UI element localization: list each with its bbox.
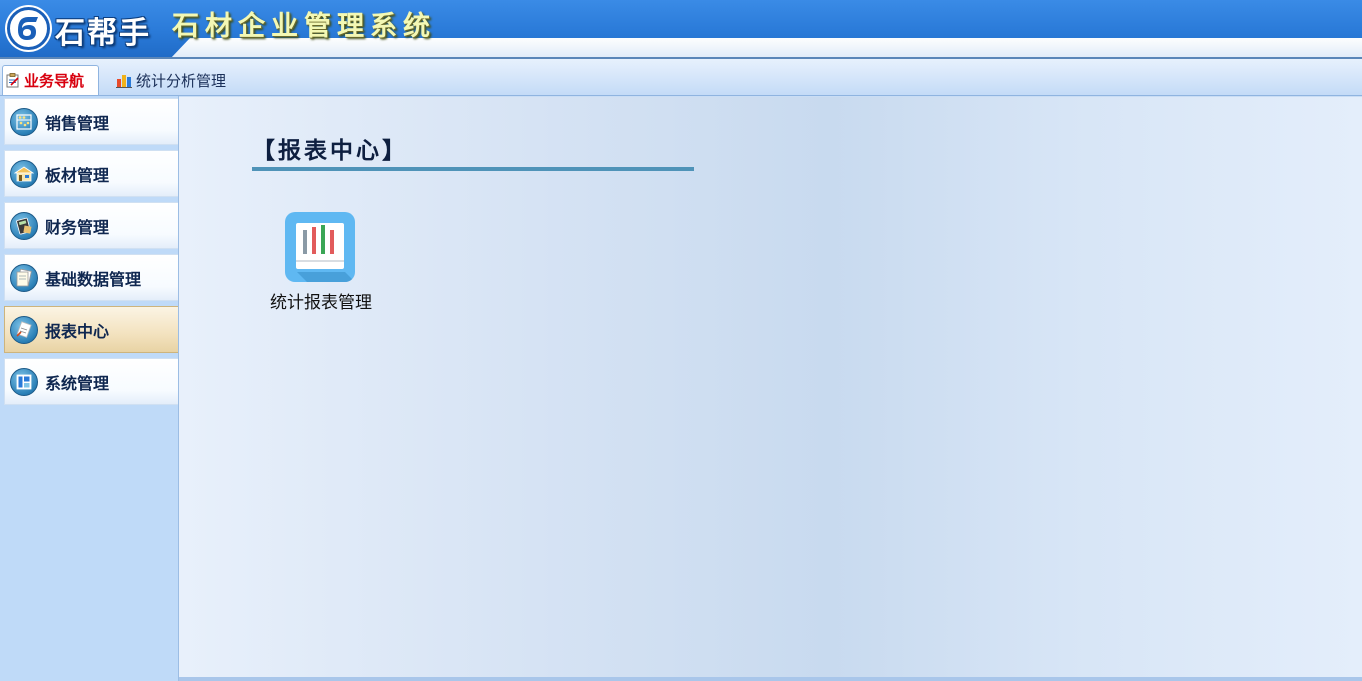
tab-label: 业务导航 bbox=[24, 72, 85, 90]
tile-label: 统计报表管理 bbox=[270, 293, 372, 313]
sidebar-item-label: 财务管理 bbox=[45, 217, 110, 237]
statistics-report-icon bbox=[285, 212, 355, 282]
abacus-icon bbox=[10, 107, 38, 136]
tab-label: 统计分析管理 bbox=[136, 71, 227, 90]
bar-chart-icon bbox=[116, 73, 132, 88]
system-title: 石材企业管理系统 bbox=[172, 11, 436, 42]
app-header: 石帮手 石材企业管理系统 bbox=[0, 0, 1362, 59]
sidebar-item-report-center[interactable]: 报表中心 bbox=[4, 306, 178, 353]
brand-logo-icon bbox=[7, 7, 50, 50]
report-icon bbox=[10, 315, 38, 344]
calculator-icon bbox=[10, 211, 38, 240]
sidebar-item-finance[interactable]: 财务管理 bbox=[4, 202, 178, 249]
clipboard-icon bbox=[6, 73, 20, 88]
sidebar-item-label: 基础数据管理 bbox=[45, 269, 142, 289]
warehouse-icon bbox=[10, 159, 38, 188]
documents-icon bbox=[10, 263, 38, 292]
sidebar-item-label: 报表中心 bbox=[45, 321, 110, 341]
sidebar-item-basic-data[interactable]: 基础数据管理 bbox=[4, 254, 178, 301]
sidebar-item-label: 系统管理 bbox=[45, 373, 110, 393]
window-icon bbox=[10, 367, 38, 396]
sidebar-item-label: 销售管理 bbox=[45, 113, 110, 133]
sidebar-item-sales[interactable]: 销售管理 bbox=[4, 98, 178, 145]
sidebar-item-slab[interactable]: 板材管理 bbox=[4, 150, 178, 197]
sidebar-item-label: 板材管理 bbox=[45, 165, 110, 185]
brand-name: 石帮手 bbox=[55, 16, 151, 51]
sidebar-item-system[interactable]: 系统管理 bbox=[4, 358, 178, 405]
section-divider bbox=[252, 167, 694, 171]
tab-business-navigation[interactable]: 业务导航 bbox=[2, 65, 99, 95]
top-tab-bar: 业务导航 统计分析管理 bbox=[0, 59, 1362, 96]
tile-statistics-report[interactable]: 统计报表管理 bbox=[259, 212, 383, 317]
main-bottom-border bbox=[179, 677, 1362, 681]
main-content: 【报表中心】 统计报表管理 bbox=[179, 97, 1362, 677]
section-title: 【报表中心】 bbox=[252, 137, 408, 164]
tab-statistics-management[interactable]: 统计分析管理 bbox=[116, 65, 256, 95]
sidebar: 销售管理 板材管理 财务管理 基础数据管理 报表中心 系统管理 bbox=[0, 96, 179, 681]
